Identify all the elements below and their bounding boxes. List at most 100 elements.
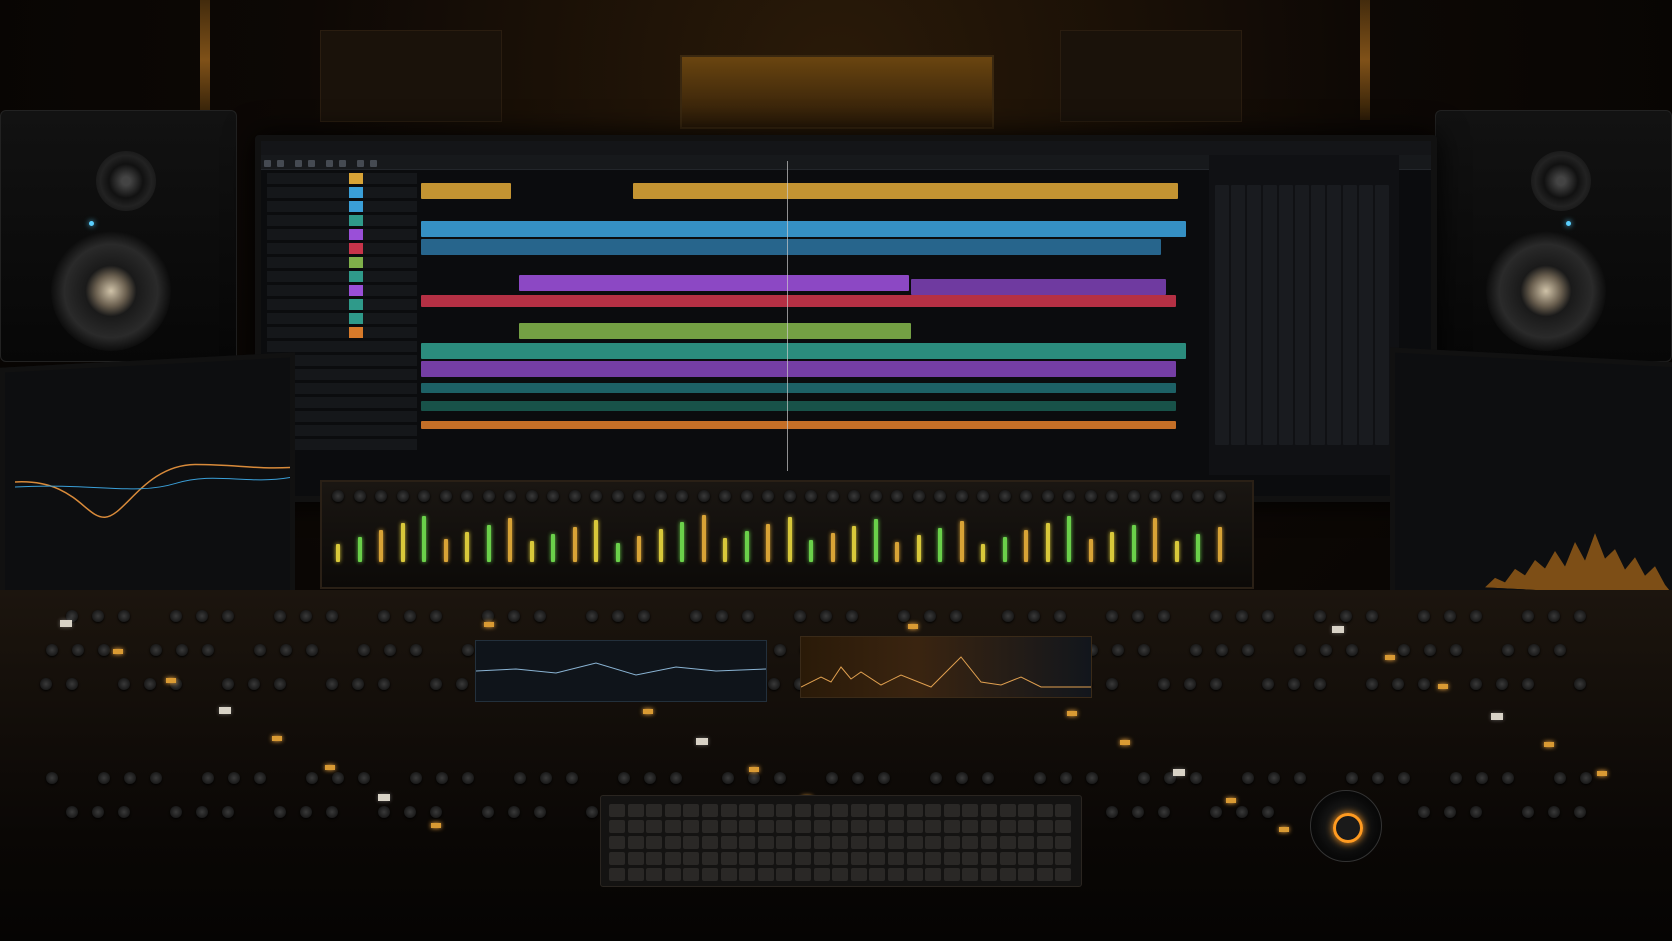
desk-knob[interactable]: [1210, 678, 1222, 690]
desk-knob[interactable]: [352, 678, 364, 690]
desk-knob[interactable]: [118, 806, 130, 818]
desk-knob[interactable]: [1138, 772, 1150, 784]
channel-knob[interactable]: [547, 490, 559, 502]
channel-knob[interactable]: [697, 490, 710, 502]
channel-knob[interactable]: [676, 490, 688, 502]
keyboard-key[interactable]: [757, 868, 774, 881]
keyboard-key[interactable]: [813, 852, 830, 865]
desk-knob[interactable]: [1002, 610, 1014, 622]
keyboard-key[interactable]: [981, 836, 997, 849]
channel-knob[interactable]: [461, 490, 473, 502]
desk-knob[interactable]: [300, 806, 312, 818]
keyboard-key[interactable]: [720, 852, 737, 865]
desk-knob[interactable]: [222, 806, 234, 818]
audio-clip[interactable]: [421, 421, 1176, 429]
desk-knob[interactable]: [92, 610, 104, 622]
keyboard-key[interactable]: [795, 804, 811, 817]
channel-knob[interactable]: [375, 490, 387, 502]
track-header[interactable]: [267, 313, 417, 324]
desk-knob[interactable]: [534, 610, 546, 622]
desk-knob[interactable]: [1158, 806, 1170, 818]
desk-knob[interactable]: [98, 644, 110, 656]
desk-knob[interactable]: [404, 610, 416, 622]
track-header[interactable]: [267, 271, 417, 282]
desk-knob[interactable]: [1346, 644, 1358, 656]
keyboard-key[interactable]: [702, 868, 718, 881]
keyboard-key[interactable]: [832, 852, 849, 865]
illuminated-button[interactable]: [60, 620, 72, 627]
desk-knob[interactable]: [482, 610, 494, 622]
desk-knob[interactable]: [1398, 772, 1410, 784]
desk-knob[interactable]: [196, 610, 208, 622]
keyboard-key[interactable]: [981, 820, 997, 833]
desk-knob[interactable]: [404, 806, 416, 818]
daw-menubar[interactable]: [261, 141, 1431, 155]
desk-knob[interactable]: [1470, 806, 1482, 818]
desk-knob[interactable]: [1444, 610, 1456, 622]
desk-knob[interactable]: [1184, 678, 1196, 690]
desk-knob[interactable]: [1132, 610, 1144, 622]
keyboard-key[interactable]: [702, 804, 718, 817]
desk-knob[interactable]: [1470, 678, 1482, 690]
keyboard-key[interactable]: [869, 804, 886, 817]
desk-knob[interactable]: [1138, 644, 1150, 656]
desk-knob[interactable]: [898, 610, 910, 622]
illuminated-button[interactable]: [1332, 626, 1344, 633]
keyboard-key[interactable]: [850, 836, 867, 849]
desk-knob[interactable]: [1548, 610, 1560, 622]
keyboard-key[interactable]: [702, 836, 718, 849]
desk-knob[interactable]: [950, 610, 962, 622]
desk-knob[interactable]: [1054, 610, 1066, 622]
track-header[interactable]: [267, 285, 417, 296]
keyboard-key[interactable]: [981, 868, 997, 881]
keyboard-key[interactable]: [627, 804, 644, 817]
keyboard-key[interactable]: [832, 836, 849, 849]
audio-clip[interactable]: [421, 361, 1176, 377]
desk-knob[interactable]: [982, 772, 994, 784]
desk-knob[interactable]: [1574, 806, 1586, 818]
desk-knob[interactable]: [1106, 678, 1118, 690]
keyboard-key[interactable]: [795, 868, 811, 881]
desk-knob[interactable]: [618, 772, 630, 784]
keyboard-key[interactable]: [813, 820, 830, 833]
desk-knob[interactable]: [1418, 678, 1430, 690]
desk-knob[interactable]: [1034, 772, 1046, 784]
desk-knob[interactable]: [1366, 610, 1378, 622]
desk-knob[interactable]: [274, 678, 286, 690]
desk-knob[interactable]: [1476, 772, 1488, 784]
mixer-channel-strip[interactable]: [1359, 185, 1373, 445]
mixer-channel-strip[interactable]: [1215, 185, 1229, 445]
keyboard-key[interactable]: [906, 804, 923, 817]
desk-knob[interactable]: [1340, 610, 1352, 622]
illuminated-button[interactable]: [908, 624, 918, 629]
desk-knob[interactable]: [1470, 610, 1482, 622]
desk-knob[interactable]: [1314, 610, 1326, 622]
channel-knob[interactable]: [568, 490, 581, 502]
illuminated-button[interactable]: [696, 738, 708, 745]
desk-knob[interactable]: [722, 772, 734, 784]
desk-knob[interactable]: [826, 772, 838, 784]
keyboard-key[interactable]: [869, 868, 886, 881]
desk-knob[interactable]: [482, 806, 494, 818]
keyboard-key[interactable]: [664, 804, 681, 817]
desk-knob[interactable]: [40, 678, 52, 690]
keyboard-key[interactable]: [609, 852, 625, 865]
channel-knob[interactable]: [590, 490, 602, 502]
keyboard-key[interactable]: [739, 820, 756, 833]
keyboard-key[interactable]: [1055, 868, 1072, 881]
desk-knob[interactable]: [1418, 806, 1430, 818]
keyboard-key[interactable]: [702, 820, 718, 833]
desk-knob[interactable]: [410, 772, 422, 784]
desk-knob[interactable]: [1320, 644, 1332, 656]
desk-knob[interactable]: [124, 772, 136, 784]
desk-knob[interactable]: [150, 772, 162, 784]
keyboard-key[interactable]: [627, 868, 644, 881]
keyboard-key[interactable]: [739, 804, 756, 817]
desk-knob[interactable]: [1496, 678, 1508, 690]
keyboard-key[interactable]: [776, 804, 793, 817]
keyboard-key[interactable]: [664, 836, 681, 849]
keyboard-key[interactable]: [813, 836, 830, 849]
keyboard-key[interactable]: [776, 868, 793, 881]
desk-knob[interactable]: [410, 644, 422, 656]
keyboard-key[interactable]: [999, 836, 1016, 849]
